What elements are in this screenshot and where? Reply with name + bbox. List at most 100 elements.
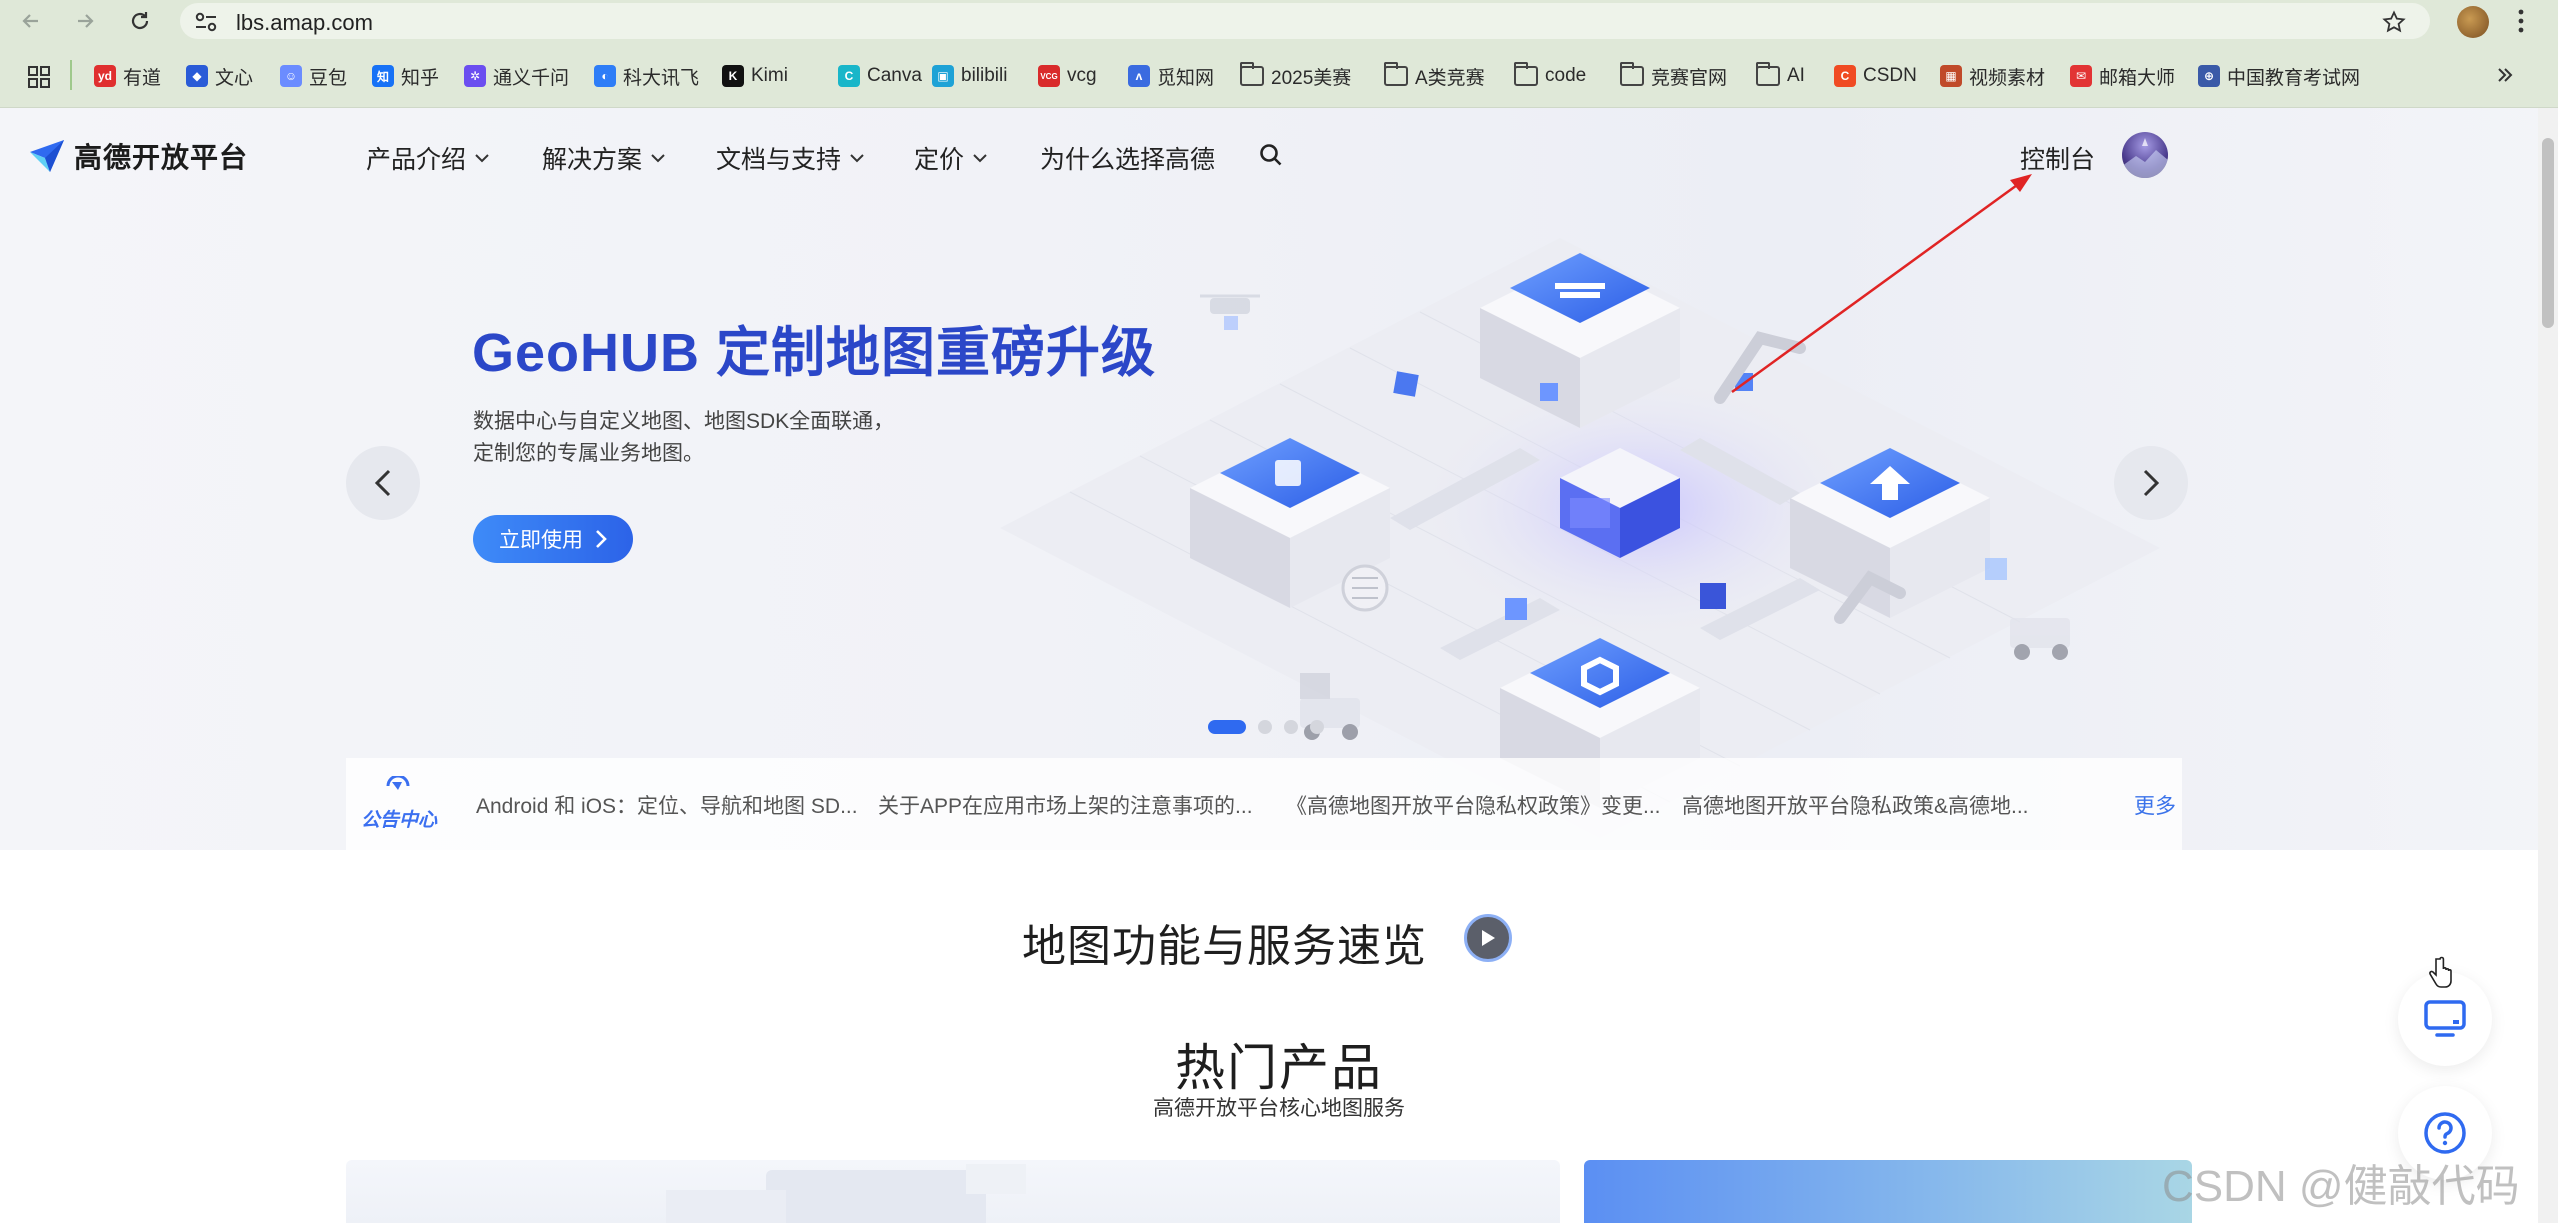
kebab-menu-icon[interactable] [2516,8,2526,34]
nav-why-amap[interactable]: 为什么选择高德 [1040,140,1215,176]
chevron-down-icon [850,154,864,163]
carousel-dot[interactable] [1284,720,1298,734]
kimi-icon: K [722,65,744,87]
bookmark-label: Canva [867,65,922,86]
console-link[interactable]: 控制台 [2020,140,2095,176]
chevron-right-icon [596,530,607,548]
address-bar[interactable]: lbs.amap.com [180,3,2430,39]
bookmark-label: 文心 [215,67,254,89]
bookmark-label: 邮箱大师 [2099,67,2176,89]
profile-avatar[interactable] [2457,6,2489,38]
product-card[interactable] [346,1160,1560,1223]
bookmark-zhihu[interactable]: 知知乎 [372,62,439,90]
product-card[interactable] [1584,1160,2192,1223]
site-header: 高德开放平台 产品介绍 解决方案 文档与支持 定价 为什么选择高德 控制台 [0,108,2558,208]
bookmark-csdn[interactable]: C CSDN [1834,62,1917,90]
star-icon[interactable] [2382,10,2406,34]
bookmark-folder[interactable]: 2025美赛 [1240,62,1351,90]
bookmark-mail-master[interactable]: ✉ 邮箱大师 [2070,62,2175,90]
play-icon [1482,930,1495,946]
page-scrollbar[interactable] [2538,108,2558,1223]
video-material-icon: ▦ [1940,65,1962,87]
bookmark-label: A类竞赛 [1415,67,1485,89]
notice-item[interactable]: 《高德地图开放平台隐私权政策》变更... [1286,790,1661,820]
nav-label: 产品介绍 [366,146,467,174]
carousel-prev-button[interactable] [346,446,420,520]
bookmark-label: 视频素材 [1969,67,2046,89]
notice-item[interactable]: 关于APP在应用市场上架的注意事项的... [878,790,1253,820]
search-icon[interactable] [1258,142,1284,168]
product-card-illustration [666,1164,1026,1223]
nav-solutions[interactable]: 解决方案 [542,140,666,176]
tongyi-icon: ✲ [464,65,486,87]
announcement-center-icon[interactable]: 公告中心 [358,776,440,832]
notice-more-link[interactable]: 更多 [2134,790,2176,820]
bookmark-label: vcg [1067,65,1097,86]
bookmark-kimi[interactable]: K Kimi [722,62,788,90]
notice-item[interactable]: 高德地图开放平台隐私政策&高德地... [1682,790,2029,820]
nav-label: 解决方案 [542,146,643,174]
zhihu-icon: 知 [372,65,394,87]
user-avatar[interactable] [2122,132,2168,178]
folder-icon [1620,62,1644,86]
bookmark-xunfei[interactable]: ◐ 科大讯飞 [594,62,699,90]
nav-docs-support[interactable]: 文档与支持 [716,140,865,176]
more-bookmarks-icon[interactable] [2496,66,2514,84]
mail-master-icon: ✉ [2070,65,2092,87]
site-logo[interactable]: 高德开放平台 [28,136,248,176]
bookmark-label: CSDN [1863,65,1917,86]
bookmark-label: 科大讯飞 [623,67,700,89]
carousel-next-button[interactable] [2114,446,2188,520]
url-text: lbs.amap.com [236,10,373,35]
bookmark-label: 有道 [123,67,162,89]
bookmark-folder[interactable]: A类竞赛 [1384,62,1485,90]
mizhi-icon: ʌ [1128,65,1150,87]
bookmark-video-material[interactable]: ▦ 视频素材 [1940,62,2045,90]
vcg-icon: VCG [1038,65,1060,87]
nav-label: 定价 [914,146,965,174]
bookmark-youdao[interactable]: yd 有道 [94,62,161,90]
amap-logo-icon [30,140,64,172]
hot-products-title: 热门产品 [1175,1040,1383,1096]
hand-cursor-icon [2429,956,2452,988]
back-button[interactable] [16,6,46,36]
bookmark-mizhi[interactable]: ʌ 觅知网 [1128,62,1214,90]
bookmark-canva[interactable]: C Canva [838,62,922,90]
bookmark-doubao[interactable]: ☺ 豆包 [280,62,347,90]
bookmark-neea[interactable]: ⊕ 中国教育考试网 [2198,62,2360,90]
folder-icon [1240,62,1264,86]
notice-item[interactable]: Android 和 iOS：定位、导航和地图 SD... [476,790,858,820]
carousel-dot[interactable] [1208,720,1246,734]
nav-pricing[interactable]: 定价 [914,140,988,176]
play-video-button[interactable] [1464,914,1512,962]
bookmark-folder[interactable]: code [1514,62,1586,90]
bookmark-label: 豆包 [309,67,348,89]
bilibili-icon: ▣ [932,65,954,87]
carousel-dot[interactable] [1310,720,1324,734]
reload-button[interactable] [125,6,155,36]
nav-products[interactable]: 产品介绍 [366,140,490,176]
youdao-icon: yd [94,65,116,87]
help-icon [2424,1112,2466,1154]
bookmark-label: Kimi [751,65,788,86]
arrow-right-icon [78,14,94,28]
bookmark-folder[interactable]: AI [1756,62,1805,90]
chevron-left-icon [374,469,391,497]
bookmark-vcg[interactable]: VCG vcg [1038,62,1097,90]
reload-icon [131,12,149,30]
wenxin-icon: ◆ [186,65,208,87]
avatar-image [2122,138,2168,178]
bookmark-label: AI [1787,65,1805,86]
bookmark-wenxin[interactable]: ◆ 文心 [186,62,253,90]
forward-button[interactable] [70,6,100,36]
chevron-down-icon [973,154,987,163]
carousel-dot[interactable] [1258,720,1272,734]
bookmark-label: 知乎 [401,67,440,89]
bookmark-label: 2025美赛 [1271,67,1352,89]
bookmark-tongyi[interactable]: ✲ 通义千问 [464,62,569,90]
use-now-button[interactable]: 立即使用 [473,515,633,563]
apps-grid-icon[interactable] [28,66,50,88]
bookmark-bilibili[interactable]: ▣ bilibili [932,62,1007,90]
hero-title: GeoHUB 定制地图重磅升级 [472,323,1157,383]
bookmark-folder[interactable]: 竞赛官网 [1620,62,1727,90]
